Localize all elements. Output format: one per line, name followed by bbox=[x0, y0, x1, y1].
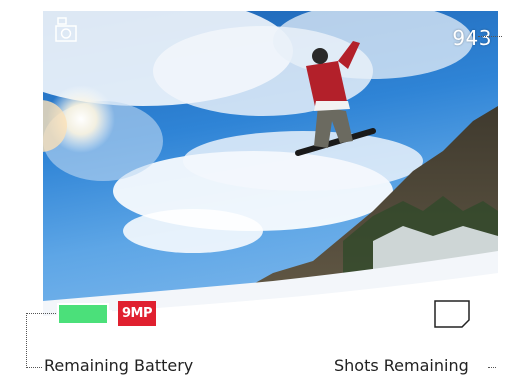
snowboarder-photo bbox=[43, 11, 498, 344]
battery-callout-leader-vertical bbox=[26, 313, 27, 368]
camera-lcd-screen: 943 9MP bbox=[43, 11, 498, 344]
remaining-battery-label: Remaining Battery bbox=[44, 356, 194, 375]
shots-remaining-counter: 943 bbox=[452, 26, 492, 50]
shots-callout-leader bbox=[478, 36, 502, 37]
camera-mode-icon bbox=[55, 17, 77, 42]
sd-card-icon bbox=[434, 300, 470, 328]
shots-label-leader bbox=[488, 367, 496, 368]
shots-remaining-label: Shots Remaining bbox=[334, 356, 469, 375]
battery-icon bbox=[57, 303, 112, 325]
battery-callout-leader-bottom bbox=[26, 367, 42, 368]
battery-callout-leader-horizontal bbox=[26, 313, 56, 314]
resolution-badge: 9MP bbox=[118, 301, 156, 326]
